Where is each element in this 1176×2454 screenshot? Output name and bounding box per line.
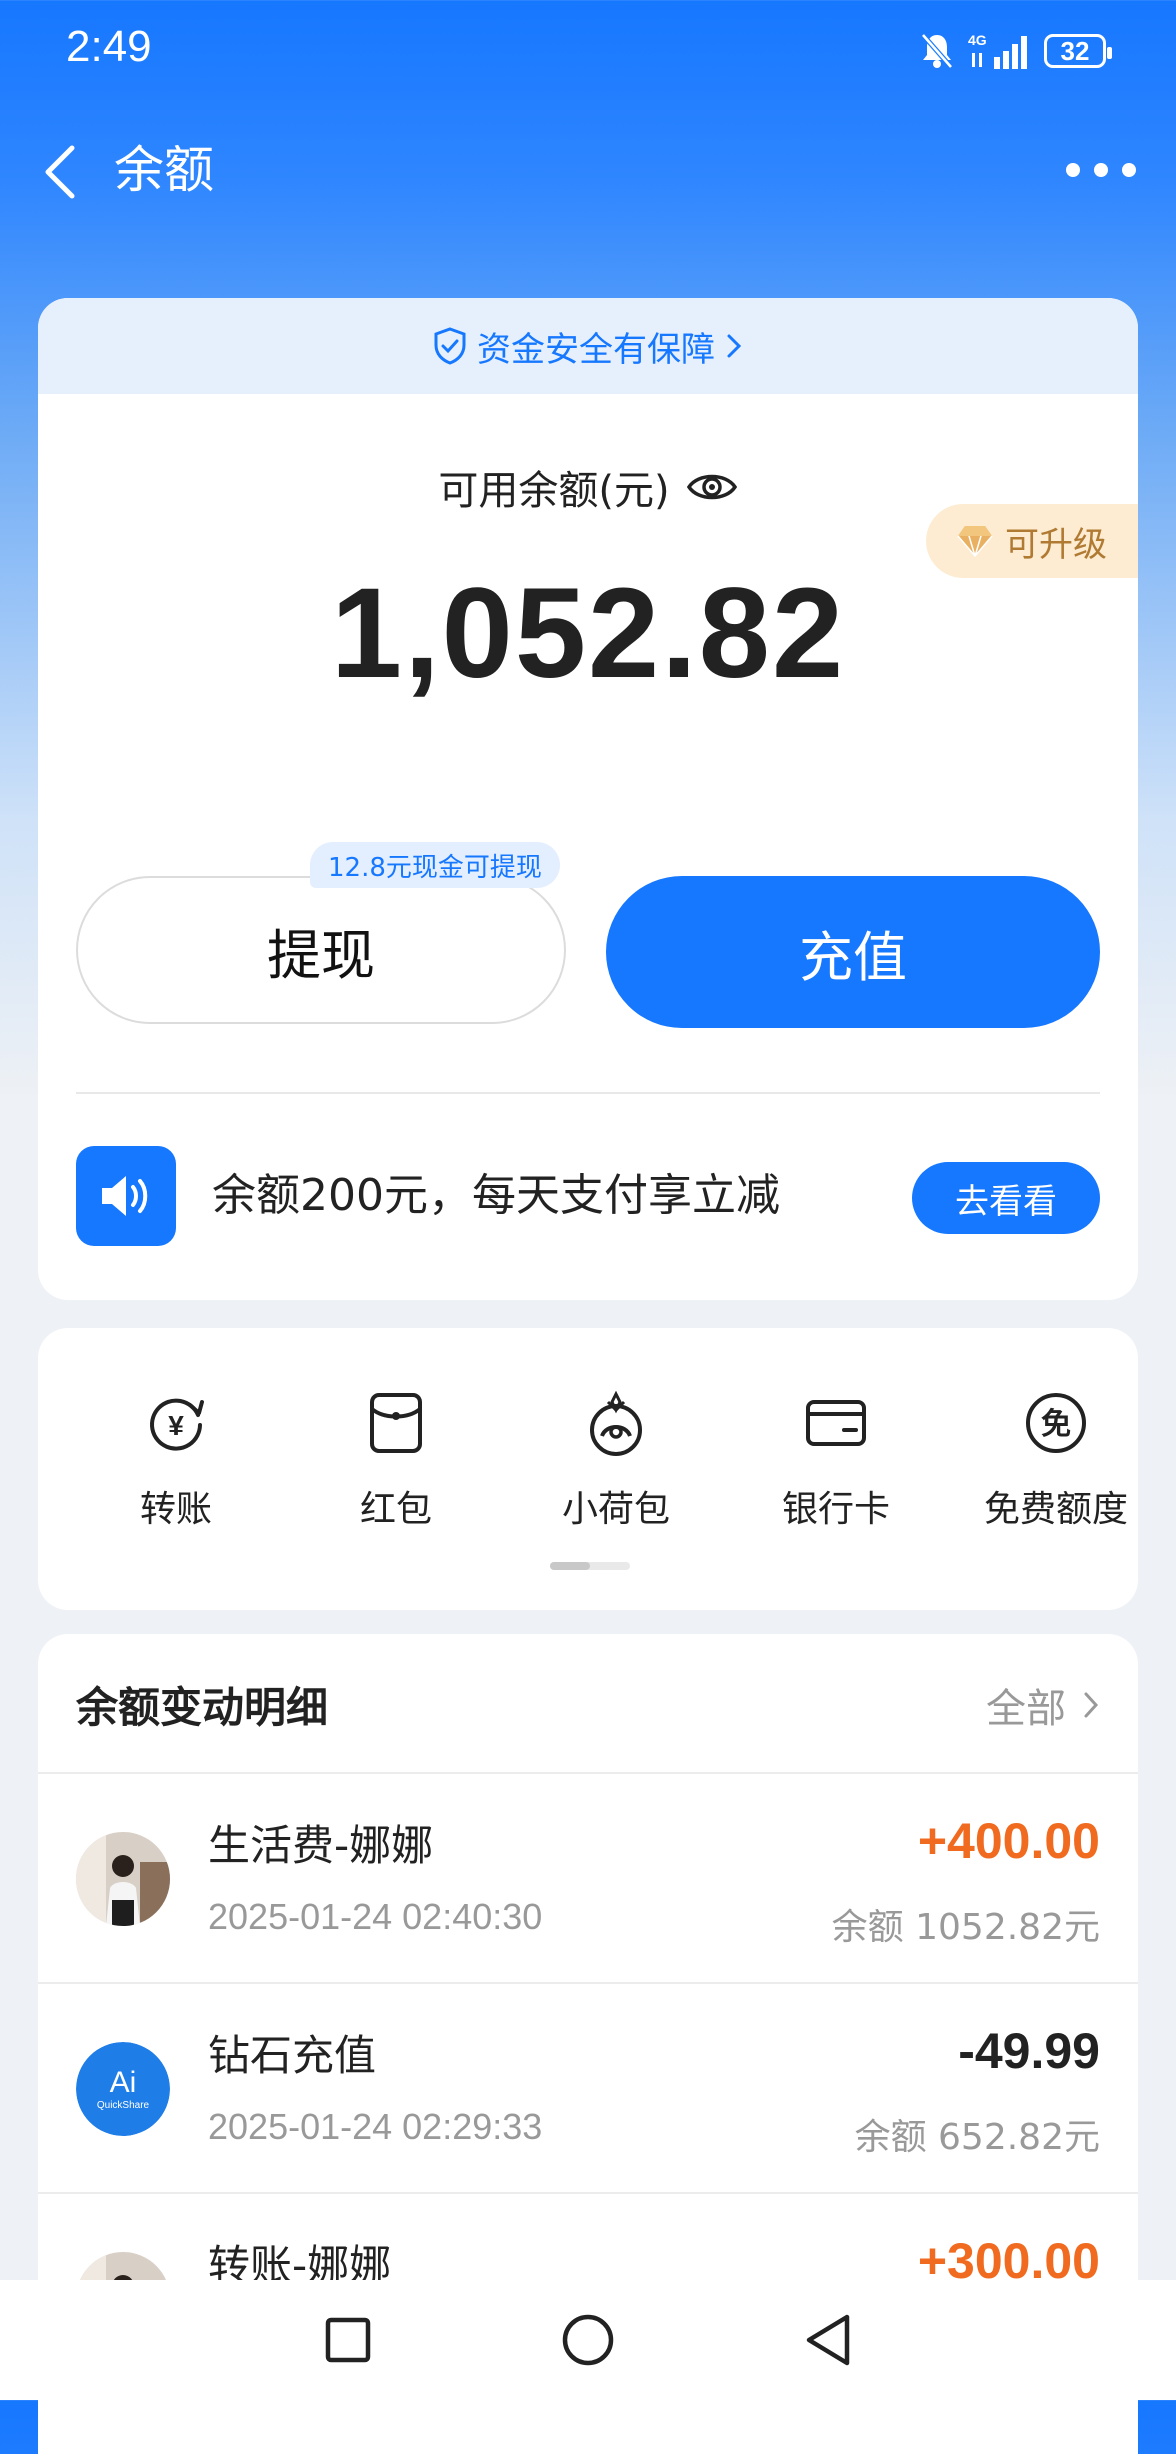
more-button[interactable] <box>1066 150 1136 190</box>
transactions-title: 余额变动明细 <box>76 1683 329 1732</box>
action-label: 银行卡 <box>781 1489 890 1530</box>
system-nav-bar <box>0 2280 1176 2400</box>
chevron-left-icon <box>45 145 75 199</box>
triangle-back-icon <box>806 2314 850 2366</box>
chevron-right-icon <box>727 334 742 358</box>
view-all-label: 全部 <box>986 1686 1066 1732</box>
action-bank-card[interactable]: 银行卡 <box>736 1388 936 1532</box>
transaction-row[interactable]: 生活费-娜娜 2025-01-24 02:40:30 +400.00 余额 10… <box>38 1774 1138 1984</box>
divider <box>76 1092 1100 1094</box>
transaction-balance: 余额 1052.82元 <box>831 1907 1100 1948</box>
action-free-quota[interactable]: 免 免费额度 <box>956 1388 1156 1532</box>
recharge-label: 充值 <box>799 925 907 989</box>
svg-text:QuickShare: QuickShare <box>97 2100 150 2111</box>
recent-apps-button[interactable] <box>313 2305 383 2375</box>
transaction-amount: +400.00 <box>917 1813 1100 1869</box>
transactions-header: 余额变动明细 全部 <box>38 1634 1138 1774</box>
view-all-link[interactable]: 全部 <box>986 1676 1100 1734</box>
action-small-purse[interactable]: 小荷包 <box>516 1388 716 1532</box>
status-time: 2:49 <box>66 22 152 71</box>
mute-bell-icon <box>921 33 953 69</box>
battery-icon: 32 <box>1044 34 1112 68</box>
action-label: 小荷包 <box>561 1489 670 1530</box>
transaction-balance: 余额 652.82元 <box>854 2117 1100 2158</box>
battery-level: 32 <box>1060 35 1090 66</box>
svg-text:Ai: Ai <box>110 2066 137 2099</box>
transaction-name: 钻石充值 <box>208 2031 377 2080</box>
promo-view-button[interactable]: 去看看 <box>912 1162 1100 1234</box>
back-nav-button[interactable] <box>793 2305 863 2375</box>
free-quota-icon: 免 <box>1021 1388 1091 1458</box>
page-title: 余额 <box>114 141 214 199</box>
red-packet-icon <box>361 1388 431 1458</box>
action-label: 转账 <box>139 1489 212 1530</box>
upgrade-label: 可升级 <box>1005 524 1107 565</box>
speaker-icon <box>76 1146 176 1246</box>
transaction-time: 2025-01-24 02:29:33 <box>208 2106 543 2147</box>
action-transfer[interactable]: ¥ 转账 <box>76 1388 276 1532</box>
eye-icon[interactable] <box>686 469 738 505</box>
more-dot <box>1094 163 1108 177</box>
chevron-right-icon <box>1084 1692 1099 1718</box>
withdraw-label: 提现 <box>267 923 375 987</box>
withdraw-button[interactable]: 提现 <box>76 876 566 1024</box>
balance-amount: 1,052.82 <box>330 562 846 705</box>
action-red-packet[interactable]: 红包 <box>296 1388 496 1532</box>
quick-actions-card: ¥ 转账 红包 小荷包 银行卡 免 免费额度 <box>38 1328 1138 1610</box>
transfer-icon: ¥ <box>141 1388 211 1458</box>
signal-icon: 4G <box>968 32 1027 69</box>
quickshare-logo-icon: Ai QuickShare <box>76 2042 170 2136</box>
bank-card-icon <box>801 1388 871 1458</box>
action-label: 免费额度 <box>983 1489 1128 1530</box>
back-button[interactable] <box>30 132 90 212</box>
balance-card: 资金安全有保障 可用余额(元) 可升级 1,052.82 提现 12.8元现金可… <box>38 298 1138 1300</box>
small-purse-icon <box>581 1388 651 1458</box>
recharge-button[interactable]: 充值 <box>606 876 1100 1028</box>
transaction-row[interactable]: Ai QuickShare 钻石充值 2025-01-24 02:29:33 -… <box>38 1984 1138 2194</box>
more-dot <box>1066 163 1080 177</box>
svg-text:¥: ¥ <box>168 1410 184 1441</box>
withdraw-tip-badge: 12.8元现金可提现 <box>310 842 560 888</box>
promo-text: 余额200元，每天支付享立减 <box>212 1170 780 1221</box>
svg-text:免: 免 <box>1041 1407 1071 1442</box>
network-label: 4G <box>968 32 987 48</box>
shield-check-icon <box>434 327 466 365</box>
more-dot <box>1122 163 1136 177</box>
avatar <box>76 1832 170 1926</box>
safety-text: 资金安全有保障 <box>477 329 715 370</box>
transaction-amount: -49.99 <box>958 2023 1100 2079</box>
transaction-name: 生活费-娜娜 <box>208 1821 434 1870</box>
fund-safety-link[interactable]: 资金安全有保障 <box>38 298 1138 394</box>
action-label: 红包 <box>359 1489 432 1530</box>
square-icon <box>325 2317 371 2363</box>
status-icons: 4G 32 <box>920 26 1112 76</box>
balance-label: 可用余额(元) <box>438 468 670 514</box>
diamond-icon <box>957 526 993 558</box>
circle-icon <box>562 2314 614 2366</box>
scroll-indicator <box>550 1562 630 1570</box>
transaction-time: 2025-01-24 02:40:30 <box>208 1896 543 1937</box>
home-button[interactable] <box>553 2305 623 2375</box>
